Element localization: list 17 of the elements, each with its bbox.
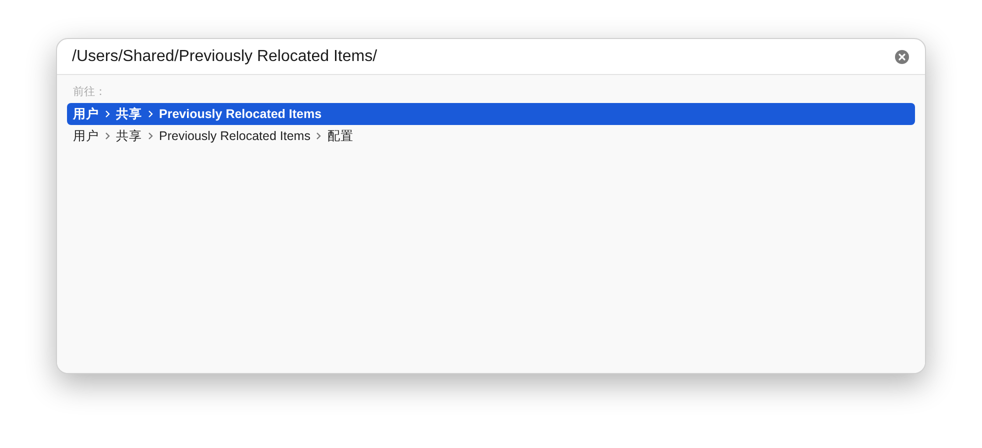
folder-name: 用户 (73, 128, 99, 145)
folder-name: 用户 (73, 106, 99, 123)
folder-name: 共享 (116, 106, 142, 123)
clear-icon[interactable] (895, 50, 909, 64)
chevron-icon (316, 132, 322, 140)
suggestion-row[interactable]: 用户 共享 Previously Relocated Items 配置 (67, 125, 915, 147)
chevron-icon (105, 132, 110, 140)
folder-name: 共享 (116, 128, 142, 145)
path-field[interactable]: /Users/Shared/Previously Relocated Items/ (72, 44, 895, 68)
folder-name: Previously Relocated Items (159, 128, 310, 145)
chevron-icon (148, 110, 153, 118)
suggestion-row[interactable]: 用户 共享 Previously Relocated Items (67, 103, 915, 125)
go-to-label: 前往： (72, 85, 106, 99)
folder-name: Previously Relocated Items (159, 106, 322, 123)
folder-name: 配置 (327, 128, 354, 145)
chevron-icon (105, 110, 110, 118)
chevron-icon (148, 132, 153, 140)
